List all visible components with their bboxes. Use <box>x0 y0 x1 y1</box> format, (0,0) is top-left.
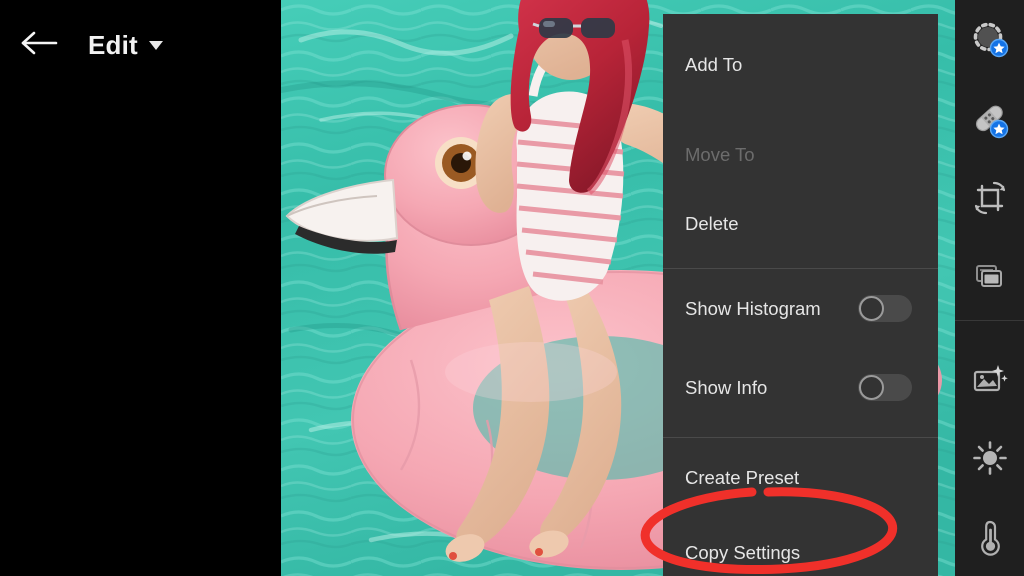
context-menu: Add To Move To Delete Show Histogram Sho… <box>663 14 938 576</box>
menu-item-label: Create Preset <box>685 466 800 488</box>
page-title: Edit <box>88 29 138 60</box>
menu-item-label: Move To <box>685 143 755 165</box>
menu-item-show-histogram[interactable]: Show Histogram <box>663 269 938 348</box>
menu-item-label: Copy Settings <box>685 542 801 563</box>
menu-item-label: Show Info <box>685 376 768 398</box>
stacked-cards-icon <box>971 259 1009 297</box>
sun-icon <box>971 439 1009 477</box>
tool-auto-enhance[interactable] <box>955 341 1024 420</box>
show-histogram-toggle[interactable] <box>858 295 912 322</box>
menu-item-label: Show Histogram <box>685 297 821 319</box>
menu-item-create-preset[interactable]: Create Preset <box>663 438 938 517</box>
menu-item-delete[interactable]: Delete <box>663 193 938 255</box>
app-root: Edit Add To Move To Delete Show Histogra… <box>0 0 1024 576</box>
menu-item-label: Delete <box>685 213 739 234</box>
back-button[interactable] <box>14 19 66 71</box>
menu-item-add-to[interactable]: Add To <box>663 14 938 116</box>
show-info-toggle[interactable] <box>858 374 912 401</box>
tool-light[interactable] <box>955 419 1024 498</box>
tool-crop-rotate[interactable] <box>955 159 1024 238</box>
tool-selective-masking[interactable] <box>955 0 1024 80</box>
tool-healing-brush[interactable] <box>955 80 1024 159</box>
top-bar: Edit <box>0 0 281 90</box>
crop-rotate-icon <box>971 179 1009 217</box>
edit-mode-dropdown[interactable]: Edit <box>88 30 163 61</box>
toggle-knob <box>859 296 884 321</box>
image-sparkle-icon <box>971 361 1009 399</box>
tool-versions[interactable] <box>955 237 1024 319</box>
toggle-knob <box>859 375 884 400</box>
menu-item-move-to: Move To <box>663 116 938 193</box>
tool-rail-divider <box>955 319 1024 321</box>
caret-down-icon <box>148 40 163 50</box>
dashed-circle-mask-icon <box>971 21 1009 59</box>
thermometer-icon <box>971 518 1009 556</box>
bandage-heal-icon <box>971 101 1009 139</box>
arrow-left-icon <box>20 28 60 63</box>
tool-color[interactable] <box>955 498 1024 576</box>
menu-item-copy-settings[interactable]: Copy Settings <box>663 517 938 576</box>
tool-rail <box>955 0 1024 576</box>
menu-item-label: Add To <box>685 54 743 75</box>
menu-item-show-info[interactable]: Show Info <box>663 348 938 427</box>
